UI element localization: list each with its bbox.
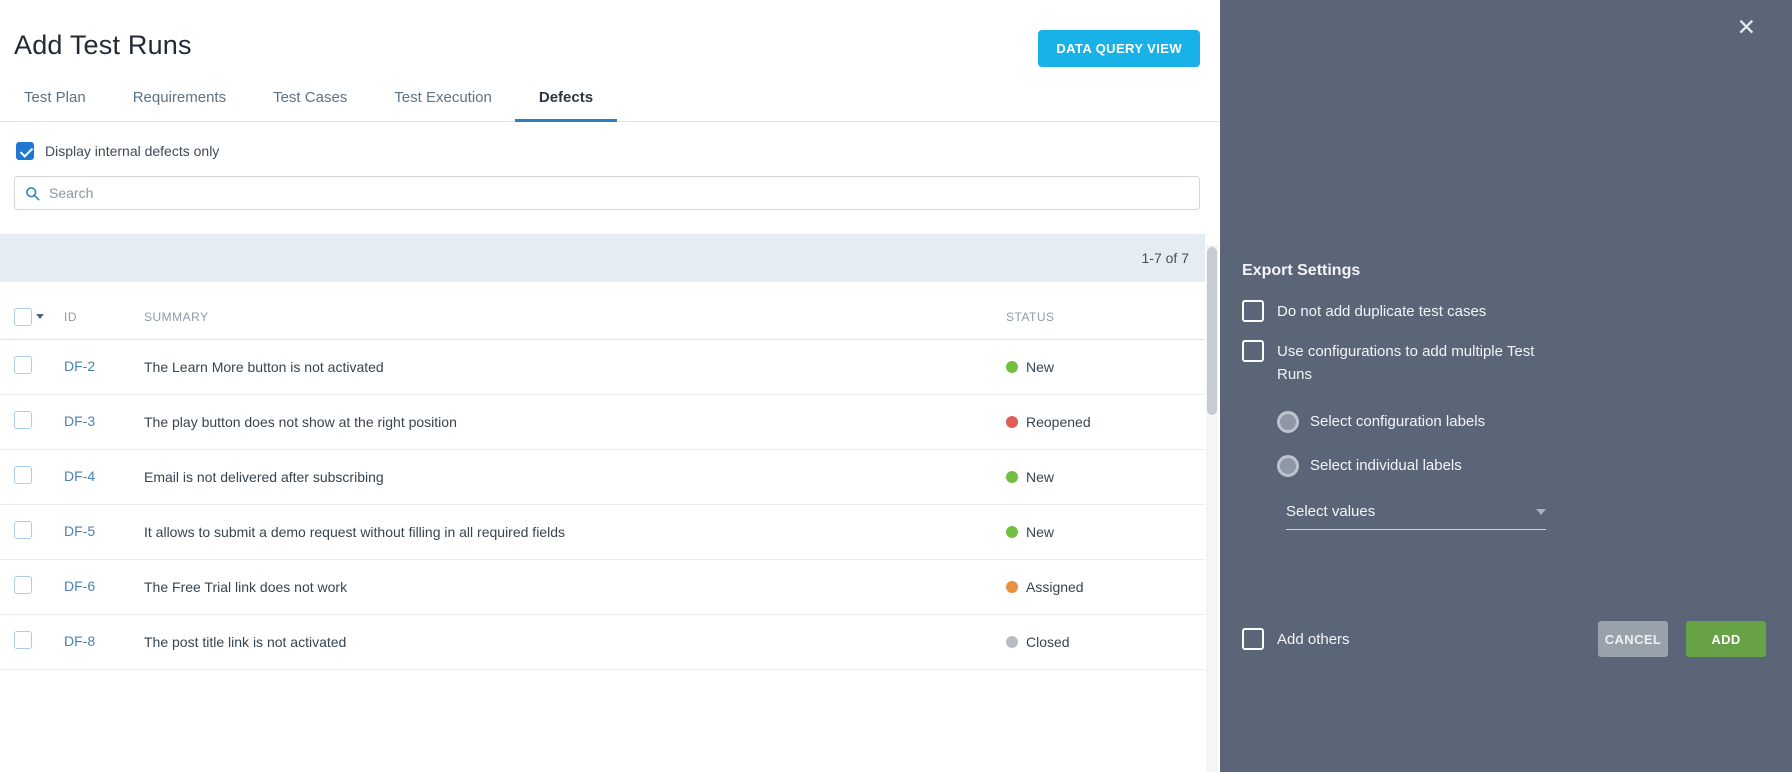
defect-status: New [1006, 359, 1191, 375]
status-dot [1006, 416, 1018, 428]
row-checkbox[interactable] [14, 631, 32, 649]
no-duplicates-label: Do not add duplicate test cases [1277, 300, 1486, 323]
select-values-label: Select values [1286, 503, 1375, 520]
individual-labels-label: Select individual labels [1310, 454, 1462, 477]
cancel-button[interactable]: CANCEL [1598, 621, 1668, 657]
panel-footer: Add others CANCEL ADD [1242, 621, 1766, 657]
status-label: New [1026, 469, 1054, 485]
defect-summary: The play button does not show at the rig… [144, 414, 1006, 430]
configuration-labels-radio[interactable] [1277, 411, 1299, 433]
status-label: New [1026, 524, 1054, 540]
defect-status: Closed [1006, 634, 1191, 650]
display-internal-defects-checkbox[interactable] [16, 142, 34, 160]
use-configurations-option: Use configurations to add multiple Test … [1242, 340, 1768, 386]
table-row[interactable]: DF-8 The post title link is not activate… [0, 615, 1205, 670]
defect-id-link[interactable]: DF-5 [64, 523, 95, 539]
row-checkbox[interactable] [14, 466, 32, 484]
defect-id-link[interactable]: DF-2 [64, 358, 95, 374]
defect-summary: The Free Trial link does not work [144, 579, 1006, 595]
label-selection-radio-group: Select configuration labels Select indiv… [1277, 410, 1768, 477]
select-all-checkbox[interactable] [14, 308, 32, 326]
data-query-view-button[interactable]: DATA QUERY VIEW [1038, 30, 1200, 67]
status-dot [1006, 471, 1018, 483]
no-duplicates-option: Do not add duplicate test cases [1242, 300, 1768, 323]
status-label: Assigned [1026, 579, 1084, 595]
status-dot [1006, 361, 1018, 373]
tab-defects[interactable]: Defects [539, 89, 593, 121]
tab-test-plan[interactable]: Test Plan [24, 89, 86, 121]
table-row[interactable]: DF-3 The play button does not show at th… [0, 395, 1205, 450]
status-dot [1006, 581, 1018, 593]
status-dot [1006, 526, 1018, 538]
table-row[interactable]: DF-2 The Learn More button is not activa… [0, 340, 1205, 395]
column-header-summary: SUMMARY [144, 310, 1006, 324]
tab-requirements[interactable]: Requirements [133, 89, 226, 121]
export-settings-panel: ✕ Export Settings Do not add duplicate t… [1220, 0, 1792, 772]
column-header-id: ID [64, 310, 144, 324]
close-icon[interactable]: ✕ [1737, 16, 1756, 39]
defect-status: Reopened [1006, 414, 1191, 430]
add-button[interactable]: ADD [1686, 621, 1766, 657]
tab-test-cases[interactable]: Test Cases [273, 89, 347, 121]
select-values-dropdown[interactable]: Select values [1286, 503, 1546, 530]
individual-labels-option: Select individual labels [1277, 454, 1768, 477]
table-row[interactable]: DF-5 It allows to submit a demo request … [0, 505, 1205, 560]
defect-summary: The Learn More button is not activated [144, 359, 1006, 375]
individual-labels-radio[interactable] [1277, 455, 1299, 477]
row-checkbox[interactable] [14, 576, 32, 594]
vertical-scrollbar[interactable] [1206, 245, 1218, 772]
defect-summary: The post title link is not activated [144, 634, 1006, 650]
use-configurations-label: Use configurations to add multiple Test … [1277, 340, 1535, 386]
export-settings-title: Export Settings [1242, 262, 1768, 280]
defect-status: New [1006, 469, 1191, 485]
configuration-labels-option: Select configuration labels [1277, 410, 1768, 433]
scrollbar-thumb[interactable] [1207, 247, 1217, 415]
page-title: Add Test Runs [14, 30, 192, 61]
table-row[interactable]: DF-6 The Free Trial link does not work A… [0, 560, 1205, 615]
tab-bar: Test Plan Requirements Test Cases Test E… [0, 89, 1220, 122]
use-configurations-checkbox[interactable] [1242, 340, 1264, 362]
defect-summary: It allows to submit a demo request witho… [144, 524, 1006, 540]
defect-id-link[interactable]: DF-6 [64, 578, 95, 594]
defect-id-link[interactable]: DF-4 [64, 468, 95, 484]
add-others-checkbox[interactable] [1242, 628, 1264, 650]
internal-defects-filter: Display internal defects only [16, 142, 1220, 160]
row-checkbox[interactable] [14, 521, 32, 539]
row-checkbox[interactable] [14, 356, 32, 374]
header: Add Test Runs DATA QUERY VIEW [0, 0, 1220, 67]
results-count-bar: 1-7 of 7 [0, 234, 1205, 282]
search-box [14, 176, 1200, 210]
table-header-row: ID SUMMARY STATUS [0, 294, 1205, 340]
status-dot [1006, 636, 1018, 648]
add-others-label: Add others [1277, 631, 1350, 648]
status-label: Reopened [1026, 414, 1091, 430]
defect-id-link[interactable]: DF-3 [64, 413, 95, 429]
tab-test-execution[interactable]: Test Execution [394, 89, 492, 121]
results-count: 1-7 of 7 [1142, 250, 1189, 266]
defect-summary: Email is not delivered after subscribing [144, 469, 1006, 485]
column-header-status: STATUS [1006, 310, 1191, 324]
defect-status: Assigned [1006, 579, 1191, 595]
search-input[interactable] [49, 185, 1189, 201]
configuration-labels-label: Select configuration labels [1310, 410, 1485, 433]
main-content: Add Test Runs DATA QUERY VIEW Test Plan … [0, 0, 1220, 772]
row-checkbox[interactable] [14, 411, 32, 429]
chevron-down-icon [1536, 509, 1546, 515]
defect-id-link[interactable]: DF-8 [64, 633, 95, 649]
search-icon [25, 186, 40, 201]
table-row[interactable]: DF-4 Email is not delivered after subscr… [0, 450, 1205, 505]
display-internal-defects-label: Display internal defects only [45, 143, 219, 159]
select-all-dropdown-icon[interactable] [36, 314, 44, 319]
status-label: New [1026, 359, 1054, 375]
defect-status: New [1006, 524, 1191, 540]
status-label: Closed [1026, 634, 1070, 650]
no-duplicates-checkbox[interactable] [1242, 300, 1264, 322]
